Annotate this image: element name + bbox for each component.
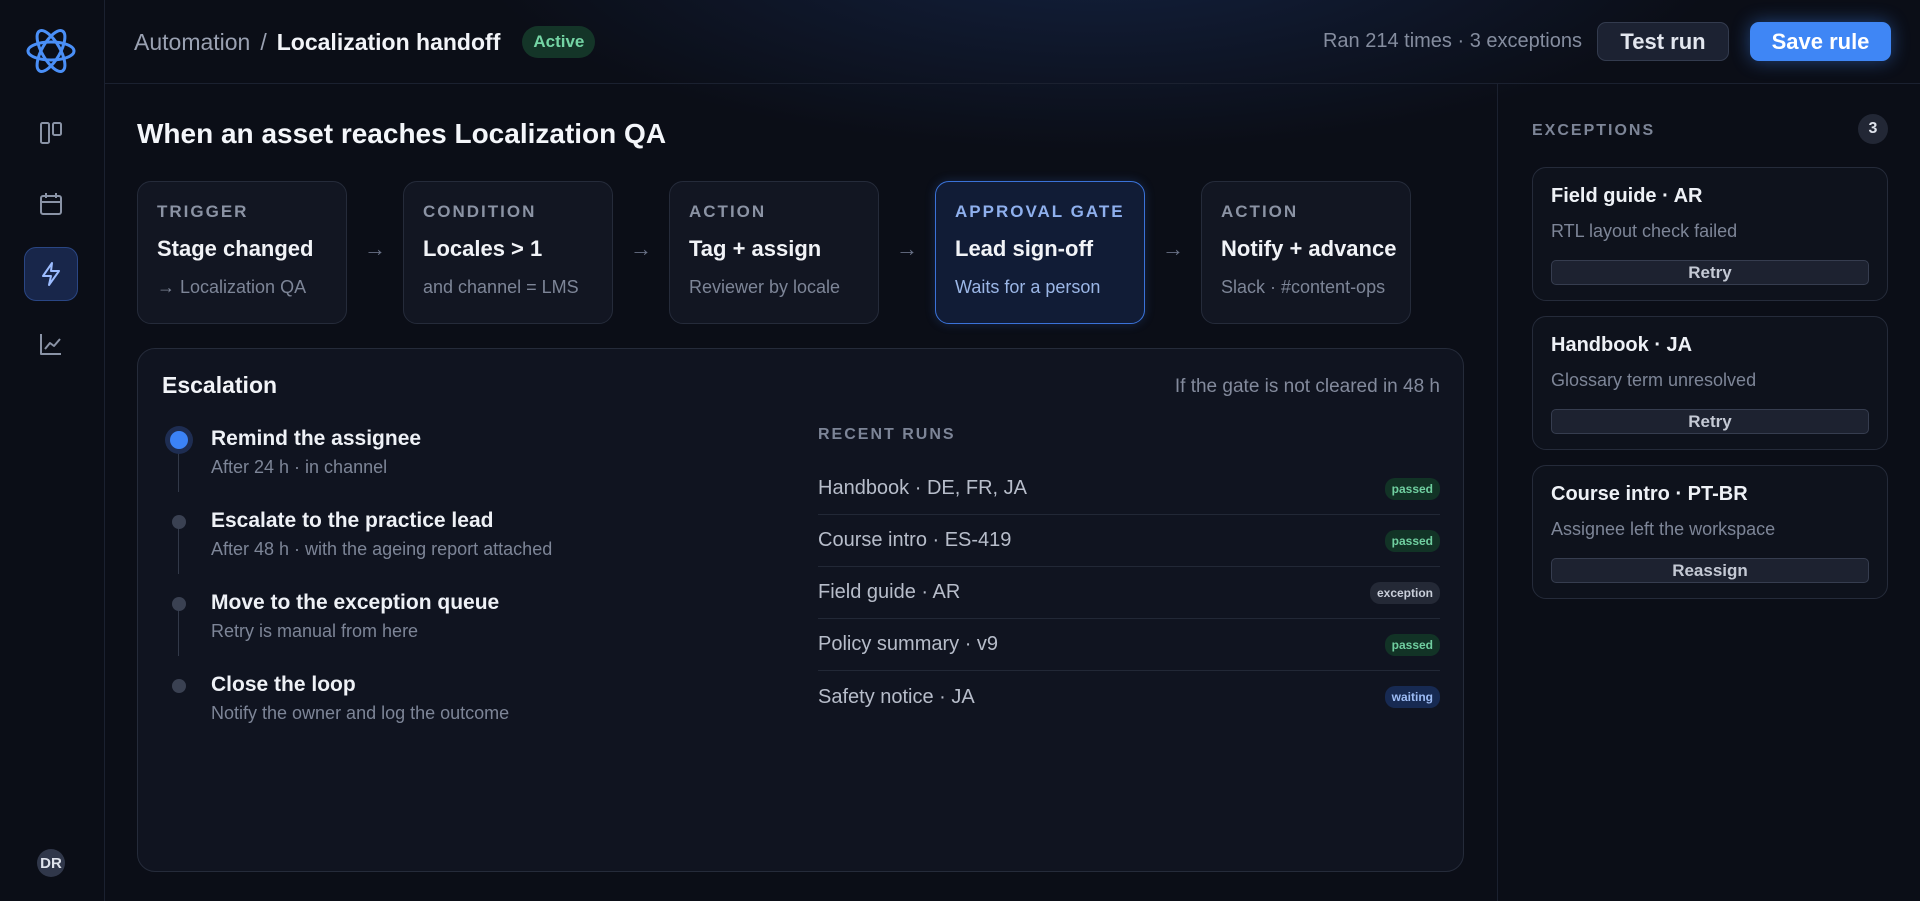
timeline-item-subtitle: Notify the owner and log the outcome [211,703,510,723]
run-status-badge: exception [1369,581,1440,604]
recent-run-name: Course intro · ES-419 [818,529,1012,551]
exception-card[interactable]: Handbook · JA Glossary term unresolved R… [1532,316,1888,450]
calendar-icon[interactable] [24,177,78,231]
step-approval-gate[interactable]: APPROVAL GATE Lead sign-off Waits for a … [935,181,1145,324]
timeline-item-subtitle: After 48 h · with the ageing report atta… [211,539,553,559]
step-subtitle: Slack · #content-ops [1221,277,1386,297]
flow-arrow: → [896,236,918,261]
lightning-icon[interactable] [24,247,78,301]
timeline-item-subtitle: After 24 h · in channel [211,457,388,477]
exception-title: Field guide · AR [1551,185,1703,207]
recent-run-row[interactable]: Handbook · DE, FR, JA passed [818,463,1440,515]
exception-card[interactable]: Field guide · AR RTL layout check failed… [1532,167,1888,301]
timeline-dot-active [170,431,188,449]
recent-run-name: Safety notice · JA [818,685,975,708]
timeline-connector [178,606,179,656]
run-status-badge: passed [1384,529,1440,552]
timeline-dot [172,679,186,693]
exceptions-count-badge: 3 [1858,114,1888,144]
recent-run-name: Policy summary · v9 [818,633,999,655]
flow-arrow: → [1162,236,1184,261]
page-title: When an asset reaches Localization QA [137,118,667,149]
step-kind: CONDITION [423,202,537,221]
exception-reason: Glossary term unresolved [1551,370,1757,390]
timeline-item[interactable]: Escalate to the practice lead After 48 h… [211,509,552,560]
exception-reason: RTL layout check failed [1551,221,1738,241]
step-kind: APPROVAL GATE [955,202,1125,221]
recent-run-row[interactable]: Policy summary · v9 passed [818,619,1440,671]
exception-card[interactable]: Course intro · PT-BR Assignee left the w… [1532,465,1888,599]
step-action-notify[interactable]: ACTION Notify + advance Slack · #content… [1201,181,1411,324]
exceptions-label: EXCEPTIONS [1532,122,1656,139]
header: Automation / Localization handoff Active… [105,0,1920,84]
breadcrumb-current: Localization handoff [276,28,501,55]
recent-run-row[interactable]: Field guide · AR exception [818,567,1440,619]
step-title: Notify + advance [1221,236,1397,261]
status-badge: Active [522,26,596,58]
recent-run-row[interactable]: Course intro · ES-419 passed [818,515,1440,567]
step-kind: ACTION [689,202,767,221]
sidebar: DR [0,0,105,901]
recent-run-row[interactable]: Safety notice · JA waiting [818,671,1440,723]
flow-arrow: → [630,236,652,261]
step-kind: TRIGGER [157,202,249,221]
step-title: Stage changed [157,236,314,261]
exception-title: Handbook · JA [1551,334,1693,356]
timeline-item-title: Remind the assignee [211,427,422,450]
step-title: Tag + assign [689,236,822,261]
step-condition[interactable]: CONDITION Locales > 1 and channel = LMS [403,181,613,324]
save-rule-button[interactable]: Save rule [1750,22,1891,61]
escalation-panel: Escalation If the gate is not cleared in… [137,348,1464,872]
exception-title: Course intro · PT-BR [1551,483,1748,505]
escalation-note: If the gate is not cleared in 48 h [1174,376,1440,397]
timeline-item-title: Move to the exception queue [211,591,500,614]
timeline-dot [172,515,186,529]
timeline-item-title: Escalate to the practice lead [211,509,494,532]
reassign-button[interactable]: Reassign [1551,558,1869,583]
recent-run-name: Handbook · DE, FR, JA [818,477,1027,499]
step-action-tag[interactable]: ACTION Tag + assign Reviewer by locale [669,181,879,324]
escalation-title: Escalation [162,372,278,398]
recent-runs-label: RECENT RUNS [818,426,956,443]
step-trigger[interactable]: TRIGGER Stage changed → Localization QA [137,181,347,324]
timeline-item-subtitle: Retry is manual from here [211,621,419,641]
step-subtitle: and channel = LMS [423,277,579,297]
timeline-connector [178,442,179,492]
step-title: Lead sign-off [955,236,1094,261]
breadcrumb-separator: / [260,28,267,55]
run-status-badge: passed [1384,633,1440,656]
step-subtitle: Waits for a person [955,277,1101,297]
timeline-item[interactable]: Close the loop Notify the owner and log … [211,673,509,724]
step-title: Locales > 1 [423,236,543,261]
run-status-badge: passed [1384,477,1440,500]
avatar[interactable]: DR [37,849,65,877]
timeline-dot [172,597,186,611]
step-subtitle: → Localization QA [157,277,307,297]
board-icon[interactable] [24,106,78,160]
run-status-badge: waiting [1384,686,1440,708]
run-stats: Ran 214 times · 3 exceptions [1322,30,1582,52]
timeline-item[interactable]: Remind the assignee After 24 h · in chan… [211,427,421,478]
test-run-button[interactable]: Test run [1597,22,1729,61]
timeline-item-title: Close the loop [211,673,356,696]
step-subtitle: Reviewer by locale [689,277,841,297]
exceptions-panel: EXCEPTIONS 3 Field guide · AR RTL layout… [1497,84,1920,901]
atom-logo-icon[interactable] [24,24,78,78]
recent-run-name: Field guide · AR [818,581,961,603]
step-kind: ACTION [1221,202,1299,221]
flow-arrow: → [364,236,386,261]
breadcrumb: Automation / Localization handoff Active [134,26,596,58]
timeline-connector [178,524,179,574]
chart-line-icon[interactable] [24,317,78,371]
retry-button[interactable]: Retry [1551,409,1869,434]
retry-button[interactable]: Retry [1551,260,1869,285]
exception-reason: Assignee left the workspace [1551,519,1776,539]
timeline-item[interactable]: Move to the exception queue Retry is man… [211,591,499,642]
breadcrumb-parent[interactable]: Automation [134,29,250,56]
